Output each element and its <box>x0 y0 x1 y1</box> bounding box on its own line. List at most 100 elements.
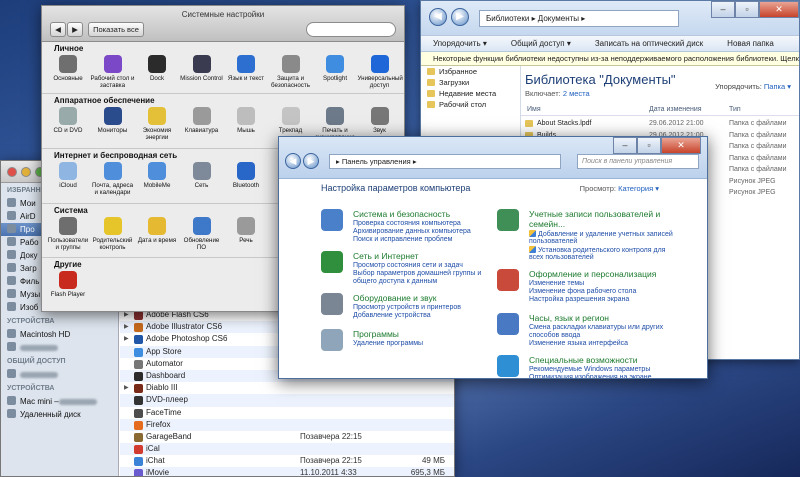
arrange-by[interactable]: Упорядочить: Папка ▾ <box>715 82 791 91</box>
column-header[interactable]: Имя <box>527 106 541 113</box>
file-row[interactable]: FaceTime <box>120 407 454 419</box>
pref-pane-3[interactable]: Экономия энергии <box>135 107 179 141</box>
address-bar[interactable]: ▸ Панель управления ▸ <box>329 154 561 169</box>
pref-pane-5[interactable]: Bluetooth <box>224 162 268 189</box>
pref-pane-8[interactable]: Звук <box>358 107 402 134</box>
includes-link[interactable]: 2 места <box>563 89 590 98</box>
address-bar[interactable]: Библиотеки ▸ Документы ▸ <box>479 10 679 27</box>
category-link[interactable]: всех пользователей <box>529 254 594 262</box>
category-link[interactable]: Оптимизация изображения на экране <box>529 374 652 378</box>
info-bar[interactable]: Некоторые функции библиотеки недоступны … <box>421 52 799 66</box>
search-input[interactable] <box>306 22 396 37</box>
category-title[interactable]: Часы, язык и регион <box>529 313 609 323</box>
file-row[interactable]: ▶ Diablo III <box>120 382 454 394</box>
pref-pane-6[interactable]: Трекпад <box>269 107 313 134</box>
pref-pane-1[interactable]: iCloud <box>46 162 90 189</box>
nav-item[interactable]: Избранное <box>421 66 520 77</box>
category-link[interactable]: Добавление устройства <box>353 312 431 320</box>
maximize-button[interactable]: ▫ <box>637 137 661 154</box>
pref-pane-4[interactable]: Сеть <box>180 162 224 189</box>
category-link[interactable]: пользователей <box>529 238 577 246</box>
command-button[interactable]: Записать на оптический диск <box>583 39 715 48</box>
category-link[interactable]: Настройка разрешения экрана <box>529 296 629 304</box>
minimize-icon[interactable] <box>21 167 31 177</box>
nav-item[interactable]: Загрузки <box>421 77 520 88</box>
pref-pane-5[interactable]: Речь <box>224 217 268 244</box>
command-button[interactable]: Общий доступ ▾ <box>499 39 583 48</box>
back-icon[interactable]: ◀ <box>285 153 301 169</box>
category-title[interactable]: Оборудование и звук <box>353 293 436 303</box>
category-link[interactable]: Удаление программы <box>353 340 423 348</box>
pref-pane-1[interactable]: Пользователи и группы <box>46 217 90 251</box>
category-title[interactable]: Сеть и Интернет <box>353 251 418 261</box>
file-row[interactable]: iCal <box>120 443 454 456</box>
nav-item[interactable]: Рабочий стол <box>421 99 520 110</box>
category-link[interactable]: Просмотр устройств и принтеров <box>353 304 461 312</box>
category-title[interactable]: Программы <box>353 329 399 339</box>
pref-pane-5[interactable]: Мышь <box>224 107 268 134</box>
pref-pane-1[interactable]: CD и DVD <box>46 107 90 134</box>
pref-pane-2[interactable]: Родительский контроль <box>91 217 135 251</box>
pref-pane-2[interactable]: Рабочий стол и заставка <box>91 55 135 89</box>
view-value[interactable]: Категория ▾ <box>618 184 659 193</box>
disclosure-triangle-icon[interactable]: ▶ <box>124 321 129 333</box>
minimize-button[interactable]: – <box>613 137 637 154</box>
forward-icon[interactable]: ▶ <box>67 22 83 37</box>
category-title[interactable]: Специальные возможности <box>529 355 638 365</box>
back-icon[interactable]: ◀ <box>429 8 447 26</box>
category-link[interactable]: Просмотр состояния сети и задач <box>353 262 463 270</box>
search-input[interactable]: Поиск в панели управления <box>577 154 699 169</box>
category-link[interactable]: способов ввода <box>529 332 580 340</box>
pref-pane-3[interactable]: Дата и время <box>135 217 179 244</box>
sidebar-item[interactable]: Mac mini – <box>1 395 118 408</box>
category-title[interactable]: Учетные записи пользователей и <box>529 209 660 219</box>
category-link[interactable]: Смена раскладки клавиатуры или других <box>529 324 663 332</box>
file-row[interactable]: DVD-плеер <box>120 394 454 407</box>
category-link[interactable]: Выбор параметров домашней группы и <box>353 270 481 278</box>
category-link[interactable]: Архивирование данных компьютера <box>353 228 471 236</box>
forward-icon[interactable]: ▶ <box>451 8 469 26</box>
close-button[interactable]: ✕ <box>661 137 701 154</box>
category-link[interactable]: Проверка состояния компьютера <box>353 220 461 228</box>
close-button[interactable]: ✕ <box>759 1 799 18</box>
pref-pane-6[interactable]: Защита и безопасность <box>269 55 313 89</box>
pref-pane-4[interactable]: Mission Control <box>180 55 224 82</box>
category-link[interactable]: Рекомендуемые Windows параметры <box>529 366 650 374</box>
file-row[interactable]: iChat Позавчера 22:15 49 МБ <box>120 455 454 467</box>
column-header[interactable]: Дата изменения <box>649 106 702 113</box>
nav-item[interactable]: Недавние места <box>421 88 520 99</box>
command-button[interactable]: Упорядочить ▾ <box>421 39 499 48</box>
file-row[interactable]: Firefox <box>120 418 454 431</box>
file-row[interactable]: About Stacks.lpdf 29.06.2012 21:00 Папка с… <box>521 118 799 129</box>
pref-pane-5[interactable]: Язык и текст <box>224 55 268 82</box>
category-title[interactable]: Оформление и персонализация <box>529 269 656 279</box>
pref-pane-8[interactable]: Универсальный доступ <box>358 55 403 89</box>
command-button[interactable]: Новая папка <box>715 39 786 48</box>
pref-pane-3[interactable]: Dock <box>135 55 179 82</box>
file-row[interactable]: GarageBand Позавчера 22:15 <box>120 431 454 443</box>
sidebar-item[interactable] <box>1 341 118 354</box>
category-link[interactable]: Изменение темы <box>529 280 584 288</box>
file-row[interactable]: iMovie 11.10.2011 4:33 695,3 МБ <box>120 467 454 476</box>
arrange-value[interactable]: Папка ▾ <box>764 82 791 91</box>
forward-icon[interactable]: ▶ <box>303 153 319 169</box>
show-all-button[interactable]: Показать все <box>88 22 144 37</box>
category-link[interactable]: Поиск и исправление проблем <box>353 236 452 244</box>
category-title[interactable]: Система и безопасность <box>353 209 450 219</box>
maximize-button[interactable]: ▫ <box>735 1 759 18</box>
disclosure-triangle-icon[interactable]: ▶ <box>124 382 129 394</box>
category-link[interactable]: Изменение фона рабочего стола <box>529 288 636 296</box>
pref-pane-7[interactable]: Spotlight <box>313 55 357 82</box>
back-icon[interactable]: ◀ <box>50 22 66 37</box>
minimize-button[interactable]: – <box>711 1 735 18</box>
category-link[interactable]: Изменение языка интерфейса <box>529 340 628 348</box>
pref-pane-4[interactable]: Обновление ПО <box>180 217 224 251</box>
pref-pane-2[interactable]: Мониторы <box>91 107 135 134</box>
pref-pane-1[interactable]: Основные <box>46 55 90 82</box>
sidebar-item[interactable]: Удаленный диск <box>1 408 118 421</box>
pref-pane-1[interactable]: Flash Player <box>46 271 90 298</box>
sidebar-item[interactable]: Macintosh HD <box>1 328 118 341</box>
close-icon[interactable] <box>7 167 17 177</box>
disclosure-triangle-icon[interactable]: ▶ <box>124 333 129 345</box>
category-title-cont[interactable]: семейн... <box>529 219 565 229</box>
